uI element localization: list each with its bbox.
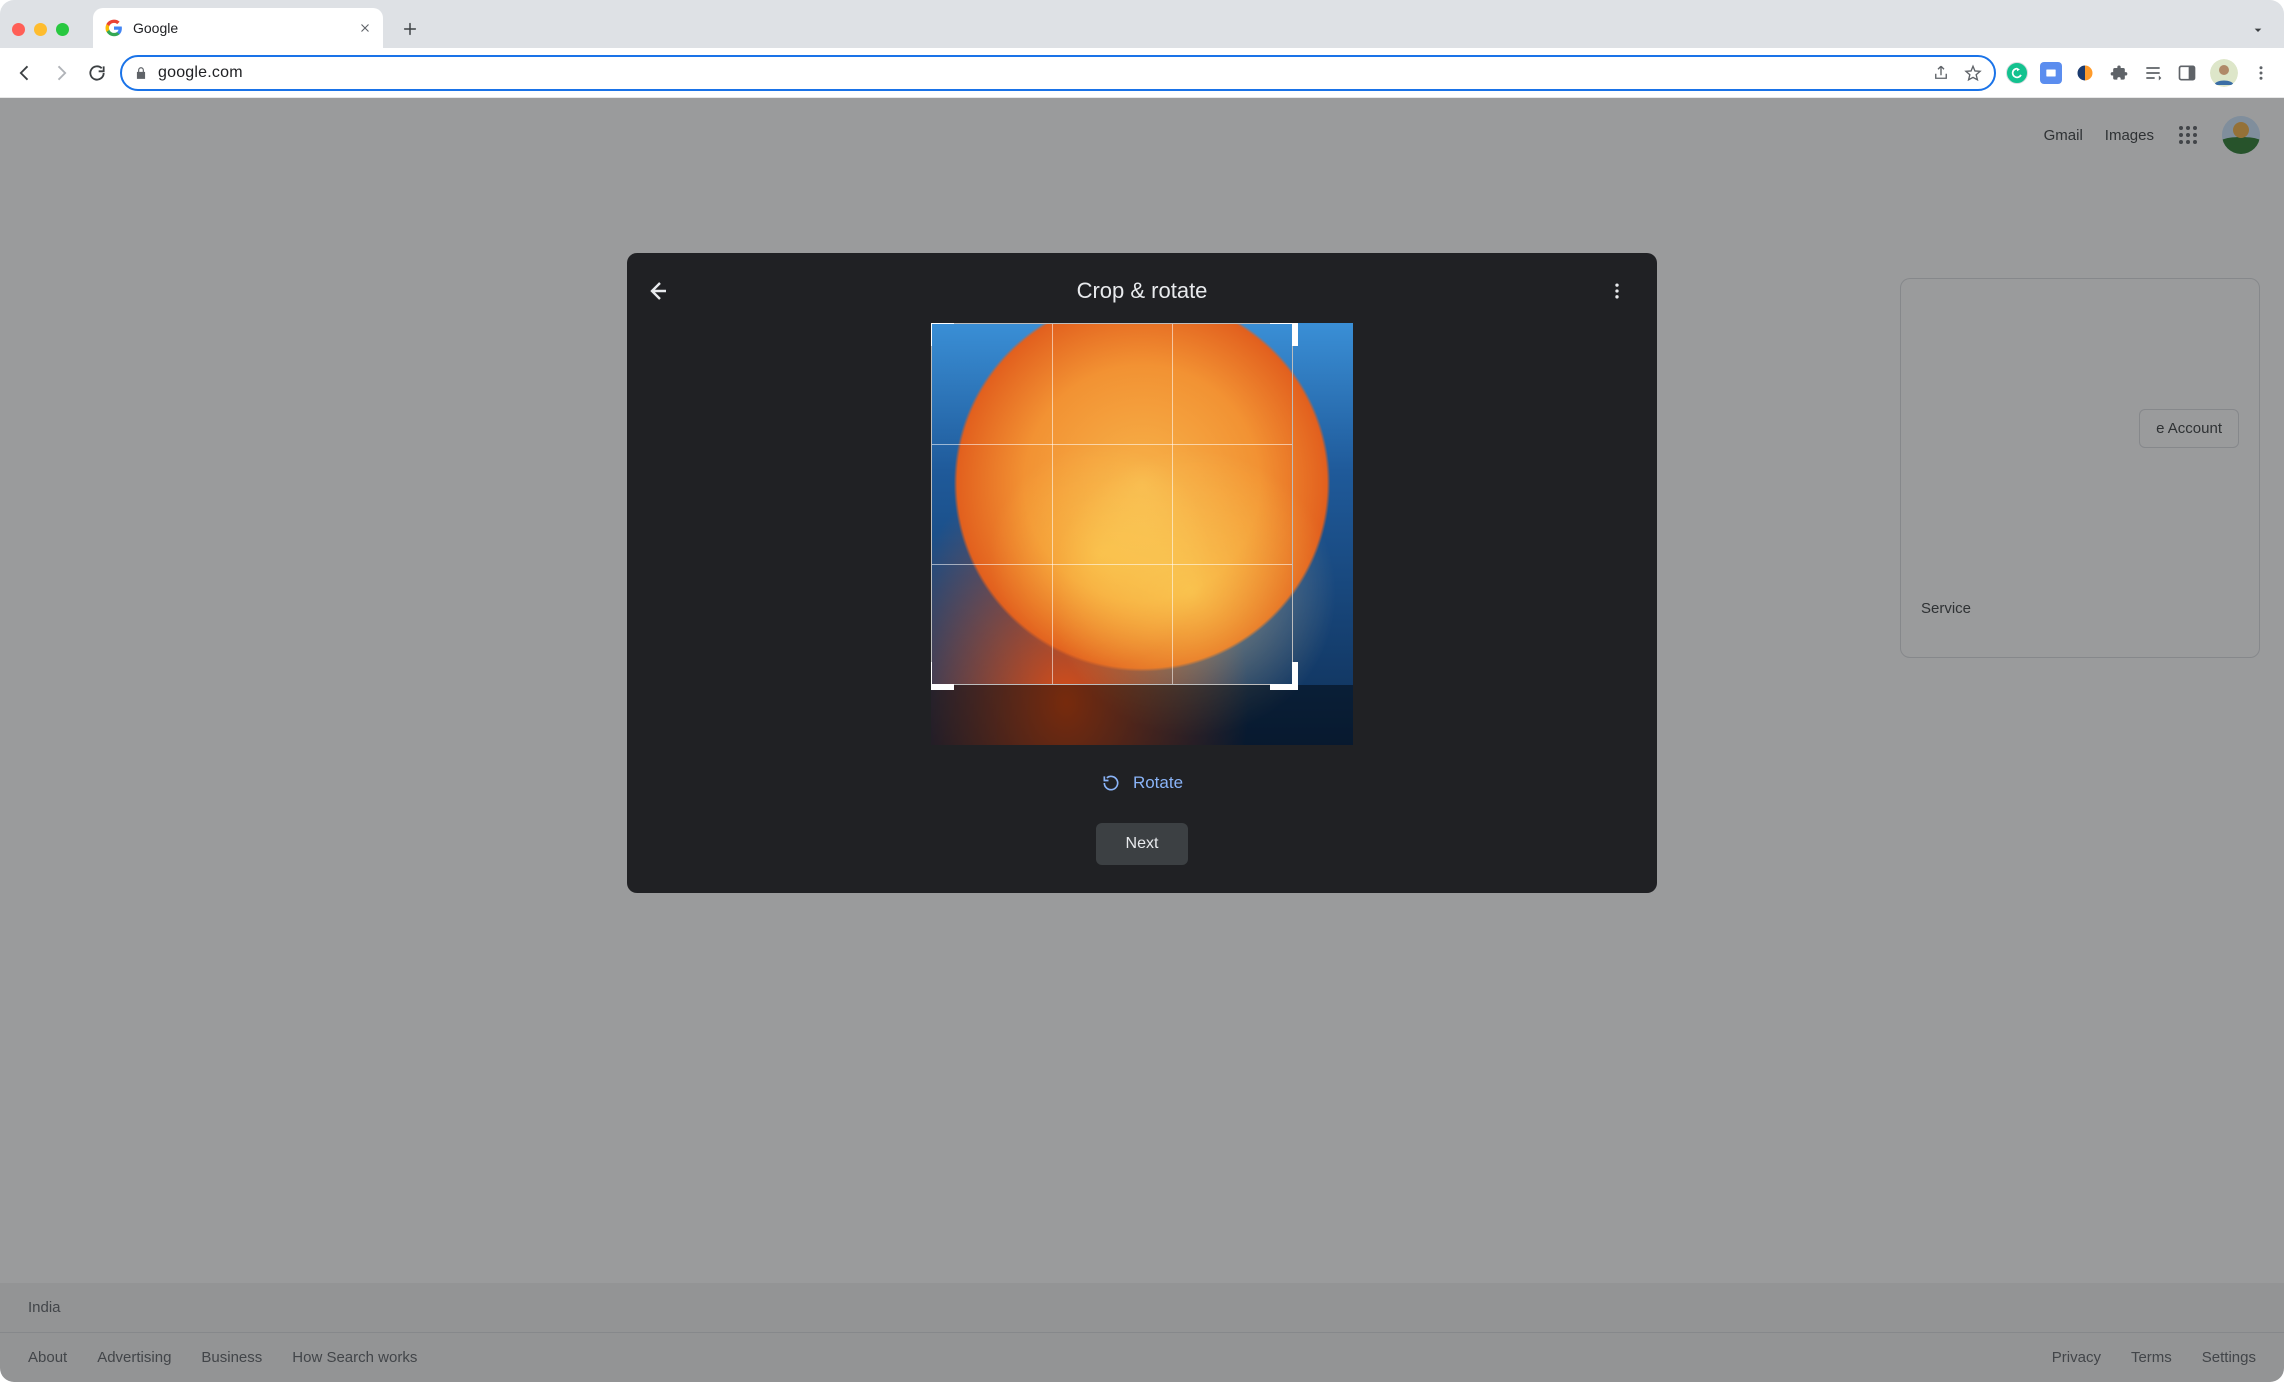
dialog-more-button[interactable]: [1607, 281, 1639, 301]
reading-list-icon[interactable]: [2142, 62, 2164, 84]
lock-icon: [134, 66, 148, 80]
crop-grid-line: [932, 564, 1292, 565]
crop-grid-line: [1172, 324, 1173, 684]
crop-rectangle[interactable]: [931, 323, 1293, 685]
crop-handle-bottom-left[interactable]: [931, 662, 954, 690]
window-controls: [12, 23, 69, 36]
dialog-header: Crop & rotate: [645, 269, 1639, 313]
close-window-button[interactable]: [12, 23, 25, 36]
bookmark-star-icon[interactable]: [1964, 64, 1982, 82]
page-content: Gmail Images: [0, 98, 2284, 1382]
browser-window: Google google.com: [0, 0, 2284, 1382]
address-bar[interactable]: google.com: [120, 55, 1996, 91]
share-icon[interactable]: [1932, 64, 1950, 82]
extensions-area: [2006, 59, 2272, 87]
google-favicon-icon: [105, 19, 123, 37]
side-panel-icon[interactable]: [2176, 62, 2198, 84]
crop-handle-top-left[interactable]: [931, 323, 954, 346]
tab-title: Google: [133, 20, 349, 36]
browser-tab[interactable]: Google: [93, 8, 383, 48]
url-text: google.com: [158, 64, 243, 82]
profile-avatar[interactable]: [2210, 59, 2238, 87]
reload-button[interactable]: [84, 60, 110, 86]
toolbar: google.com: [0, 48, 2284, 98]
rotate-button[interactable]: Rotate: [1101, 773, 1183, 793]
rotate-icon: [1101, 773, 1121, 793]
kebab-menu-icon[interactable]: [2250, 62, 2272, 84]
similarweb-extension-icon[interactable]: [2074, 62, 2096, 84]
dimmed-out-of-crop: [931, 685, 1353, 745]
screenshot-extension-icon[interactable]: [2040, 62, 2062, 84]
crop-handle-top-right[interactable]: [1270, 323, 1298, 346]
forward-button[interactable]: [48, 60, 74, 86]
tab-strip: Google: [0, 0, 2284, 48]
dialog-title: Crop & rotate: [677, 278, 1607, 304]
new-tab-button[interactable]: [395, 14, 425, 44]
crop-handle-bottom-right[interactable]: [1270, 662, 1298, 690]
crop-rotate-dialog: Crop & rotate: [627, 253, 1657, 893]
maximize-window-button[interactable]: [56, 23, 69, 36]
rotate-label: Rotate: [1133, 773, 1183, 793]
tab-menu-button[interactable]: [2250, 22, 2266, 38]
crop-canvas: [931, 323, 1353, 745]
crop-grid-line: [1052, 324, 1053, 684]
back-button[interactable]: [12, 60, 38, 86]
dialog-back-button[interactable]: [645, 279, 677, 303]
next-button[interactable]: Next: [1096, 823, 1189, 865]
crop-grid-line: [932, 444, 1292, 445]
grammarly-extension-icon[interactable]: [2006, 62, 2028, 84]
extensions-puzzle-icon[interactable]: [2108, 62, 2130, 84]
minimize-window-button[interactable]: [34, 23, 47, 36]
close-tab-button[interactable]: [359, 22, 371, 34]
